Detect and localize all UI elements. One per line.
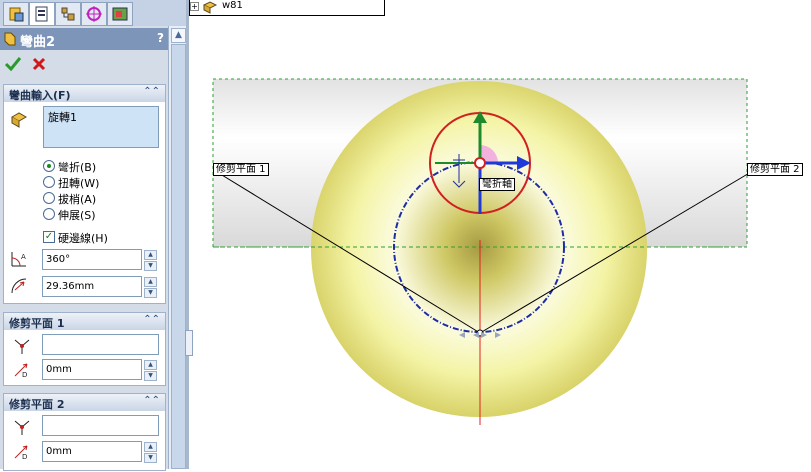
hard-edges-label: 硬邊線(H): [58, 232, 108, 245]
trim-plane-2-spinner[interactable]: ▲ ▼: [144, 442, 157, 463]
angle-value: 360°: [46, 254, 71, 265]
trim-plane-2-group: 修剪平面 2 ⌃⌃ D 0mm ▲ ▼: [3, 393, 166, 471]
checkmark-icon[interactable]: [4, 56, 22, 72]
svg-text:D: D: [22, 453, 27, 461]
tab-configuration-manager[interactable]: [55, 2, 81, 26]
selected-body: 旋轉1: [48, 111, 77, 124]
trim-plane-1-distance-input[interactable]: 0mm: [42, 359, 142, 380]
model-view[interactable]: [189, 15, 811, 469]
flyout-feature-tree: + w81: [189, 0, 385, 16]
dimxpert-icon: [86, 6, 102, 22]
radius-icon: [11, 278, 27, 294]
radius-input[interactable]: 29.36mm: [42, 276, 142, 297]
collapse-icon[interactable]: ⌃⌃: [143, 395, 160, 406]
angle-spinner[interactable]: ▲ ▼: [144, 250, 157, 271]
trim-plane-2-reference-input[interactable]: [42, 415, 159, 436]
radius-spinner[interactable]: ▲ ▼: [144, 277, 157, 298]
trim-plane-2-distance: 0mm: [46, 446, 72, 457]
trim-plane-1-spinner[interactable]: ▲ ▼: [144, 360, 157, 381]
feature-title-bar: 彎曲2 ?: [0, 28, 186, 50]
offset-distance-icon: D: [14, 445, 28, 461]
hard-edges-check[interactable]: ✓: [43, 231, 55, 243]
x-icon[interactable]: [31, 56, 47, 72]
scroll-thumb[interactable]: [171, 44, 186, 469]
trim-plane-1-header[interactable]: 修剪平面 1 ⌃⌃: [4, 313, 165, 330]
offset-distance-icon: D: [14, 363, 28, 379]
bodies-selection-icon: [10, 112, 28, 128]
collapse-icon[interactable]: ⌃⌃: [143, 314, 160, 325]
collapse-icon[interactable]: ⌃⌃: [143, 86, 160, 97]
scroll-up-icon[interactable]: ▲: [171, 28, 186, 43]
panel-scrollbar[interactable]: ▲: [168, 26, 187, 469]
radio-bend-button[interactable]: [43, 160, 55, 172]
radio-stretch-label: 伸展(S): [58, 209, 96, 222]
radio-stretch-button[interactable]: [43, 208, 55, 220]
feature-title: 彎曲2: [20, 35, 56, 50]
trim-plane-2-distance-input[interactable]: 0mm: [42, 441, 142, 462]
radio-taper-button[interactable]: [43, 192, 55, 204]
tab-display-manager[interactable]: [107, 2, 133, 26]
tab-property-manager[interactable]: [29, 2, 55, 26]
property-manager: 彎曲2 ? 彎曲輸入(F) ⌃⌃ 旋轉1 彎折(B) 扭轉(W) 拔梢(A) 伸…: [0, 0, 186, 471]
trim-plane-2-header[interactable]: 修剪平面 2 ⌃⌃: [4, 394, 165, 411]
radio-twist-label: 扭轉(W): [58, 177, 100, 190]
tab-dimxpert-manager[interactable]: [81, 2, 107, 26]
reference-entity-icon: [14, 420, 30, 435]
display-manager-icon: [112, 7, 128, 21]
spin-up-icon[interactable]: ▲: [144, 250, 157, 260]
svg-text:D: D: [22, 371, 27, 379]
tree-item-label[interactable]: w81: [222, 0, 243, 11]
bend-input-group: 彎曲輸入(F) ⌃⌃ 旋轉1 彎折(B) 扭轉(W) 拔梢(A) 伸展(S) ✓…: [3, 84, 166, 304]
spin-down-icon[interactable]: ▼: [144, 288, 157, 298]
configuration-icon: [61, 7, 75, 21]
spin-up-icon[interactable]: ▲: [144, 277, 157, 287]
bend-input-header[interactable]: 彎曲輸入(F) ⌃⌃: [4, 85, 165, 102]
tab-feature-manager[interactable]: [3, 2, 29, 26]
spin-down-icon[interactable]: ▼: [144, 261, 157, 271]
spin-down-icon[interactable]: ▼: [144, 453, 157, 463]
bend-axis-label[interactable]: 彎折軸: [479, 178, 515, 191]
flex-feature-icon: [4, 32, 16, 46]
reference-entity-icon: [14, 339, 30, 354]
trim-plane-1-reference-input[interactable]: [42, 334, 159, 355]
manager-tabs: [0, 0, 186, 26]
feature-tree-icon: [9, 7, 24, 22]
graphics-area[interactable]: 修剪平面 1 修剪平面 2 彎折軸: [189, 15, 811, 469]
help-button[interactable]: ?: [157, 31, 164, 45]
radio-taper-label: 拔梢(A): [58, 193, 97, 206]
part-icon: [202, 1, 218, 14]
triad-origin[interactable]: [474, 157, 486, 169]
property-manager-icon: [35, 6, 48, 22]
trim-plane-1-distance: 0mm: [46, 364, 72, 375]
bodies-selection-box[interactable]: 旋轉1: [43, 106, 159, 148]
svg-text:A: A: [21, 253, 26, 261]
radio-twist-button[interactable]: [43, 176, 55, 188]
spin-up-icon[interactable]: ▲: [144, 360, 157, 370]
trim-plane-1-title: 修剪平面 1: [9, 317, 65, 330]
trim-plane-2-title: 修剪平面 2: [9, 398, 65, 411]
spin-up-icon[interactable]: ▲: [144, 442, 157, 452]
spin-down-icon[interactable]: ▼: [144, 371, 157, 381]
trim-plane-2-label[interactable]: 修剪平面 2: [747, 163, 803, 176]
angle-input[interactable]: 360°: [42, 249, 142, 270]
radius-value: 29.36mm: [46, 281, 95, 292]
expand-icon[interactable]: +: [190, 2, 199, 11]
angle-icon: A: [11, 252, 26, 267]
bend-input-title: 彎曲輸入(F): [9, 89, 71, 102]
trim-plane-1-label[interactable]: 修剪平面 1: [213, 163, 269, 176]
radio-bend-label: 彎折(B): [58, 161, 97, 174]
trim-plane-1-group: 修剪平面 1 ⌃⌃ D 0mm ▲ ▼: [3, 312, 166, 386]
